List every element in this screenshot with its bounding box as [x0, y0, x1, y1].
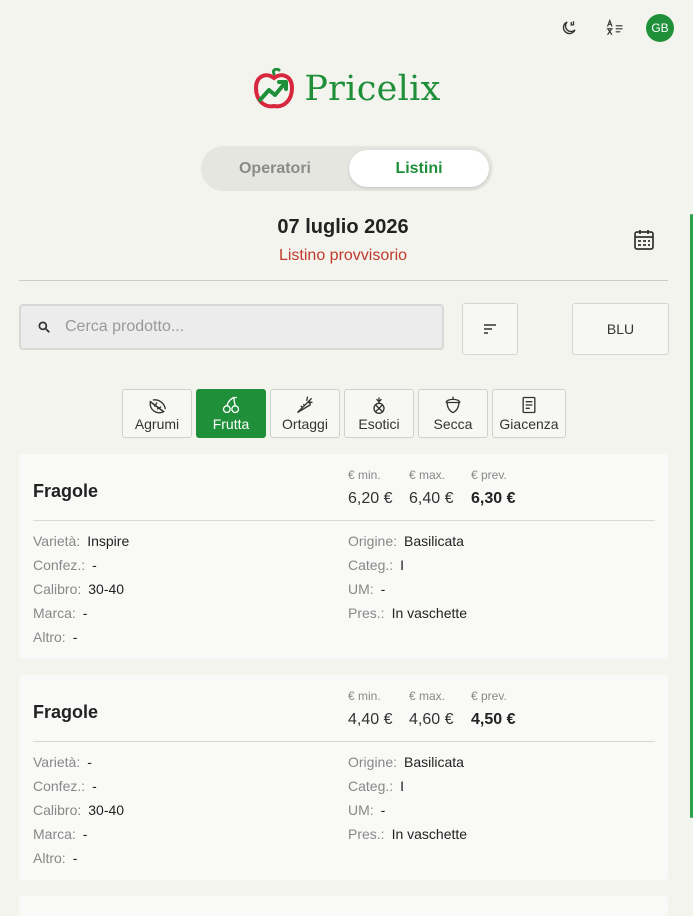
- product-name: Fragole: [33, 481, 99, 501]
- brand-logo: Pricelix: [0, 68, 693, 110]
- detail-origine: Origine: Basilicata: [348, 533, 464, 549]
- category-label: Giacenza: [499, 416, 559, 432]
- price-max-label: € max.: [409, 689, 446, 703]
- detail-calibro: Calibro: 30-40: [33, 802, 125, 818]
- view-switcher: Operatori Listini: [201, 146, 493, 191]
- sort-icon: [484, 324, 496, 334]
- acorn-icon: [445, 396, 461, 414]
- detail-varieta: Varietà: -: [33, 754, 92, 770]
- detail-confezione: Confez.: -: [33, 557, 97, 573]
- category-secca[interactable]: Secca: [418, 389, 488, 438]
- category-giacenza[interactable]: Giacenza: [492, 389, 566, 438]
- detail-presentazione: Pres.: In vaschette: [348, 605, 468, 621]
- card-divider: [33, 520, 655, 521]
- sort-button[interactable]: [462, 303, 518, 355]
- price-max: 4,60 €: [409, 711, 454, 728]
- price-prev: 4,50 €: [471, 711, 516, 728]
- detail-altro: Altro: -: [33, 629, 78, 645]
- price-max: 6,40 €: [409, 490, 454, 507]
- pineapple-icon: [373, 397, 385, 414]
- blu-filter-button[interactable]: BLU: [572, 303, 669, 355]
- detail-altro: Altro: -: [33, 850, 78, 866]
- category-label: Agrumi: [134, 416, 180, 432]
- search-input[interactable]: [63, 317, 407, 337]
- category-agrumi[interactable]: Agrumi: [122, 389, 192, 438]
- moon-clock-icon[interactable]: [554, 13, 584, 43]
- translate-icon[interactable]: [600, 13, 630, 43]
- brand-name: Pricelix: [304, 69, 441, 109]
- price-prev: 6,30 €: [471, 490, 516, 507]
- detail-um: UM: -: [348, 581, 386, 597]
- list-date: 07 luglio 2026: [277, 216, 409, 238]
- carrot-icon: [297, 396, 313, 414]
- price-max-label: € max.: [409, 468, 446, 482]
- card-divider: [33, 741, 655, 742]
- list-doc-icon: [522, 396, 536, 414]
- citrus-slice-icon: [149, 399, 166, 414]
- category-label: Ortaggi: [282, 416, 328, 432]
- user-avatar[interactable]: GB: [646, 14, 674, 42]
- search-icon: [38, 321, 50, 333]
- detail-origine: Origine: Basilicata: [348, 754, 464, 770]
- price-min-label: € min.: [348, 468, 381, 482]
- calendar-icon[interactable]: [632, 228, 656, 252]
- category-frutta[interactable]: Frutta: [196, 389, 266, 438]
- product-card[interactable]: Fragole € min. 4,40 € € max. 4,60 € € pr…: [19, 675, 668, 880]
- list-status: Listino provvisorio: [278, 247, 408, 264]
- category-label: Esotici: [358, 416, 400, 432]
- detail-marca: Marca: -: [33, 826, 88, 842]
- price-min: 6,20 €: [348, 490, 393, 507]
- category-filter: Agrumi Frutta Ortaggi Esotici Secca Giac…: [122, 389, 566, 438]
- detail-confezione: Confez.: -: [33, 778, 97, 794]
- product-card-partial[interactable]: [19, 896, 668, 916]
- header-divider: [19, 280, 668, 281]
- detail-calibro: Calibro: 30-40: [33, 581, 125, 597]
- top-bar: GB: [538, 13, 674, 43]
- apple-chart-icon: [254, 68, 295, 109]
- detail-um: UM: -: [348, 802, 386, 818]
- search-box: [19, 304, 444, 350]
- detail-categoria: Categ.: I: [348, 557, 405, 573]
- price-prev-label: € prev.: [471, 468, 507, 482]
- tab-listini[interactable]: Listini: [349, 150, 489, 187]
- price-prev-label: € prev.: [471, 689, 507, 703]
- category-label: Frutta: [212, 416, 250, 432]
- category-label: Secca: [433, 416, 473, 432]
- price-min-label: € min.: [348, 689, 381, 703]
- tab-operatori[interactable]: Operatori: [205, 150, 345, 187]
- detail-marca: Marca: -: [33, 605, 88, 621]
- product-card[interactable]: Fragole € min. 6,20 € € max. 6,40 € € pr…: [19, 454, 668, 659]
- price-min: 4,40 €: [348, 711, 393, 728]
- product-name: Fragole: [33, 702, 99, 722]
- detail-categoria: Categ.: I: [348, 778, 405, 794]
- category-ortaggi[interactable]: Ortaggi: [270, 389, 340, 438]
- cherries-icon: [222, 396, 240, 414]
- category-esotici[interactable]: Esotici: [344, 389, 414, 438]
- detail-presentazione: Pres.: In vaschette: [348, 826, 468, 842]
- detail-varieta: Varietà: Inspire: [33, 533, 130, 549]
